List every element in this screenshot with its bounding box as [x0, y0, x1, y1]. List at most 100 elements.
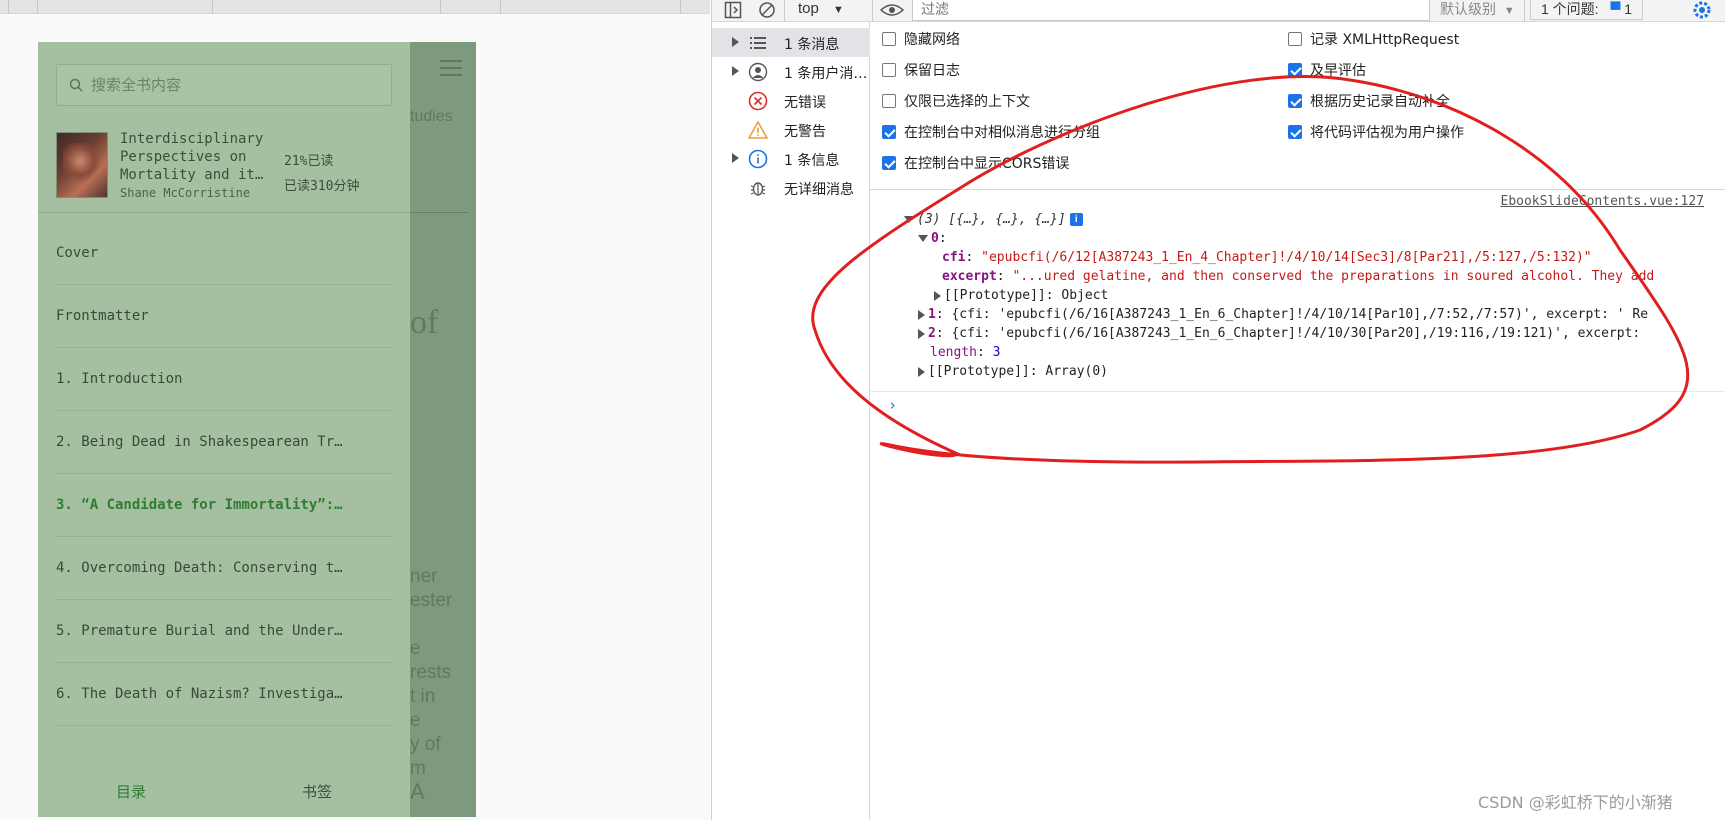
collapse-arrow-icon[interactable]	[904, 216, 914, 223]
browser-viewport: tudies of ner ester e rests t in e y of …	[0, 0, 710, 820]
array-item-1[interactable]: 1: {cfi: 'epubcfi(/6/16[A387243_1_En_6_C…	[918, 306, 1722, 324]
console-output: EbookSlideContents.vue:127 (3) [{…}, {…}…	[870, 191, 1725, 820]
toc-item-cover[interactable]: Cover	[56, 222, 392, 285]
log-array-summary[interactable]: (3) [{…}, {…}, {…}] i	[904, 211, 1083, 229]
info-icon	[748, 149, 768, 169]
expand-arrow-icon[interactable]	[918, 366, 925, 377]
issues-label: 1 个问题:	[1541, 1, 1599, 17]
checkbox-box-checked[interactable]	[882, 156, 896, 170]
checkbox-box-checked[interactable]	[1288, 125, 1302, 139]
bg-divider	[408, 212, 468, 213]
tab-toc[interactable]: 目录	[38, 767, 224, 817]
toc-item-chapter-3[interactable]: 3. “A Candidate for Immortality”:…	[56, 474, 392, 537]
bg-line-6: e	[410, 710, 421, 731]
console-entry-divider	[870, 391, 1725, 392]
toc-item-chapter-6[interactable]: 6. The Death of Nazism? Investiga…	[56, 663, 392, 726]
toc-item-chapter-4[interactable]: 4. Overcoming Death: Conserving t…	[56, 537, 392, 600]
expand-arrow-icon[interactable]	[732, 37, 739, 47]
property-key: excerpt	[942, 269, 997, 284]
sidebar-item-label: 无错误	[784, 95, 826, 111]
bg-line-3: e	[410, 638, 421, 659]
console-toolbar: top ▼ 默认级别 ▼ 1 个问题: ▀ 1	[712, 0, 1725, 22]
prototype-label: [[Prototype]]: Array(0)	[928, 364, 1109, 379]
property-cfi: cfi: "epubcfi(/6/12[A387243_1_En_4_Chapt…	[942, 250, 1592, 265]
devtools-panel: top ▼ 默认级别 ▼ 1 个问题: ▀ 1	[711, 0, 1725, 820]
tab-bookmarks[interactable]: 书签	[224, 767, 410, 817]
collapse-arrow-icon[interactable]	[918, 235, 928, 242]
array-item-2[interactable]: 2: {cfi: 'epubcfi(/6/16[A387243_1_En_6_C…	[918, 325, 1722, 343]
issue-message-icon: ▀	[1610, 1, 1621, 17]
property-value: "...ured gelatine, and then conserved th…	[1012, 269, 1655, 284]
sidebar-toggle-icon[interactable]	[724, 1, 742, 19]
checkbox-box-checked[interactable]	[882, 125, 896, 139]
toc-item-frontmatter[interactable]: Frontmatter	[56, 285, 392, 348]
checkbox-box-checked[interactable]	[1288, 94, 1302, 108]
property-key: cfi	[942, 250, 966, 265]
console-sidebar: 1 条消息 1 条用户消… 无错误 无警告 1 条信息 无详细消息	[712, 22, 870, 820]
info-badge-icon[interactable]: i	[1069, 213, 1083, 226]
search-input[interactable]	[91, 65, 381, 105]
sidebar-item-verbose[interactable]: 无详细消息	[712, 173, 870, 202]
property-key: length	[930, 345, 977, 360]
bg-line-5: t in	[410, 686, 436, 707]
bg-line-1: ester	[410, 590, 453, 611]
expand-arrow-icon[interactable]	[732, 66, 739, 76]
ebook-reader: tudies of ner ester e rests t in e y of …	[38, 42, 476, 817]
sidebar-item-warnings[interactable]: 无警告	[712, 115, 870, 144]
checkbox-box[interactable]	[882, 63, 896, 77]
bg-line-8: m	[410, 758, 426, 779]
checkbox-label: 及早评估	[1310, 63, 1366, 79]
checkbox-box[interactable]	[882, 32, 896, 46]
checkbox-box-checked[interactable]	[1288, 63, 1302, 77]
clear-console-icon[interactable]	[758, 1, 776, 19]
menu-icon[interactable]	[440, 60, 462, 76]
bug-icon	[750, 182, 766, 196]
console-prompt[interactable]: ›	[888, 396, 897, 414]
book-title: Interdisciplinary Perspectives on Mortal…	[120, 131, 264, 183]
toc-item-chapter-5[interactable]: 5. Premature Burial and the Under…	[56, 600, 392, 663]
checkbox-label: 记录 XMLHttpRequest	[1310, 32, 1460, 48]
prototype-array[interactable]: [[Prototype]]: Array(0)	[918, 363, 1108, 381]
expand-arrow-icon[interactable]	[918, 328, 925, 339]
item-key: 2	[928, 326, 936, 341]
array-item-0[interactable]: 0:	[918, 230, 947, 248]
checkbox-label: 保留日志	[904, 63, 960, 79]
log-level-label: 默认级别	[1440, 1, 1496, 17]
chevron-down-icon: ▼	[1503, 5, 1515, 17]
search-box[interactable]	[56, 64, 392, 106]
sidebar-item-messages[interactable]: 1 条消息	[712, 28, 870, 57]
source-link[interactable]: EbookSlideContents.vue:127	[1501, 194, 1705, 209]
checkbox-box[interactable]	[882, 94, 896, 108]
expand-arrow-icon[interactable]	[934, 290, 941, 301]
expand-arrow-icon[interactable]	[732, 153, 739, 163]
drawer-divider	[38, 212, 410, 213]
checkbox-label: 根据历史记录自动补全	[1310, 94, 1450, 110]
sidebar-item-info[interactable]: 1 条信息	[712, 144, 870, 173]
gear-icon[interactable]	[1692, 0, 1712, 20]
toc-list: Cover Frontmatter 1. Introduction 2. Bei…	[56, 222, 392, 726]
eye-icon[interactable]	[880, 2, 904, 18]
prototype-object[interactable]: [[Prototype]]: Object	[934, 287, 1108, 305]
context-selector[interactable]: top ▼	[798, 0, 844, 22]
sidebar-item-user-messages[interactable]: 1 条用户消…	[712, 57, 870, 86]
browser-tab-strip	[0, 0, 710, 14]
checkbox-box[interactable]	[1288, 32, 1302, 46]
toolbar-divider	[872, 0, 873, 22]
expand-arrow-icon[interactable]	[918, 309, 925, 320]
toc-item-chapter-1[interactable]: 1. Introduction	[56, 348, 392, 411]
reading-progress: 21%已读	[284, 154, 334, 169]
warning-icon	[748, 120, 768, 139]
issues-button[interactable]: 1 个问题: ▀ 1	[1530, 0, 1644, 20]
bg-text-studies: tudies	[410, 108, 453, 125]
checkbox-label: 将代码评估视为用户操作	[1310, 125, 1464, 141]
log-level-dropdown[interactable]: 默认级别 ▼	[1440, 0, 1515, 22]
context-selector-label: top	[798, 0, 819, 17]
toc-drawer: Interdisciplinary Perspectives on Mortal…	[38, 42, 410, 817]
sidebar-item-label: 1 条用户消…	[784, 66, 868, 82]
book-cover-image	[56, 132, 108, 198]
filter-input[interactable]	[912, 0, 1430, 21]
sidebar-item-errors[interactable]: 无错误	[712, 86, 870, 115]
toc-item-chapter-2[interactable]: 2. Being Dead in Shakespearean Tr…	[56, 411, 392, 474]
toolbar-divider	[1524, 0, 1525, 22]
checkbox-label: 在控制台中显示CORS错误	[904, 156, 1070, 172]
